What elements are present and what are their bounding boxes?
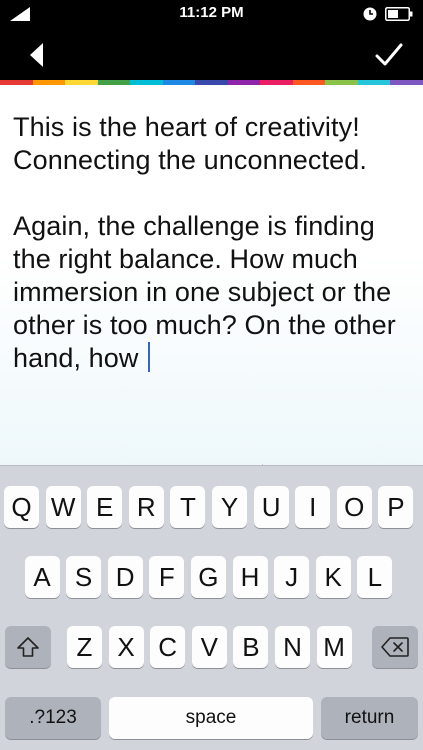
key-w[interactable]: W [45,486,81,528]
top-bar: 11:12 PM [0,0,423,80]
text-caret [148,342,151,372]
note-editor[interactable]: This is the heart of creativity! Connect… [0,85,423,465]
clock-icon [363,7,377,21]
key-t[interactable]: T [170,486,206,528]
note-text-area[interactable]: This is the heart of creativity! Connect… [13,111,413,375]
status-bar: 11:12 PM [0,0,423,28]
key-g[interactable]: G [190,556,226,598]
key-c[interactable]: C [150,626,186,668]
battery-icon [385,7,413,21]
key-a[interactable]: A [24,556,60,598]
key-p[interactable]: P [378,486,414,528]
done-button[interactable] [371,38,407,72]
key-q[interactable]: Q [4,486,39,528]
key-n[interactable]: N [275,626,310,668]
status-icons [363,6,413,22]
key-m[interactable]: M [316,626,352,668]
numbers-key[interactable]: .?123 [5,697,101,739]
return-key[interactable]: return [321,697,418,739]
delete-icon [381,637,409,657]
key-r[interactable]: R [128,486,164,528]
shift-key[interactable] [5,626,51,668]
chevron-left-icon [30,43,43,67]
note-paragraph-1: This is the heart of creativity! Connect… [13,112,368,175]
key-e[interactable]: E [87,486,123,528]
key-y[interactable]: Y [212,486,247,528]
notes-editor-screen: 11:12 PM This is the heart of creativity… [0,0,423,750]
checkmark-icon [375,43,403,66]
key-h[interactable]: H [232,556,268,598]
key-u[interactable]: U [253,486,289,528]
space-key[interactable]: space [109,697,313,739]
key-i[interactable]: I [295,486,331,528]
status-time: 11:12 PM [179,4,244,21]
key-z[interactable]: Z [67,626,102,668]
key-j[interactable]: J [274,556,310,598]
delete-key[interactable] [372,626,418,668]
nav-bar [0,28,423,80]
key-x[interactable]: X [108,626,144,668]
back-button[interactable] [20,40,54,70]
key-f[interactable]: F [149,556,185,598]
key-k[interactable]: K [315,556,351,598]
key-b[interactable]: B [233,626,269,668]
shift-icon [17,637,39,657]
key-o[interactable]: O [336,486,372,528]
key-v[interactable]: V [191,626,227,668]
key-l[interactable]: L [357,556,393,598]
key-d[interactable]: D [107,556,143,598]
key-s[interactable]: S [66,556,102,598]
note-paragraph-2: Again, the challenge is finding the righ… [13,211,404,373]
keyboard: QWERTYUIOP ASDFGHJKL ZXCVBNM .?123 space… [0,465,423,750]
